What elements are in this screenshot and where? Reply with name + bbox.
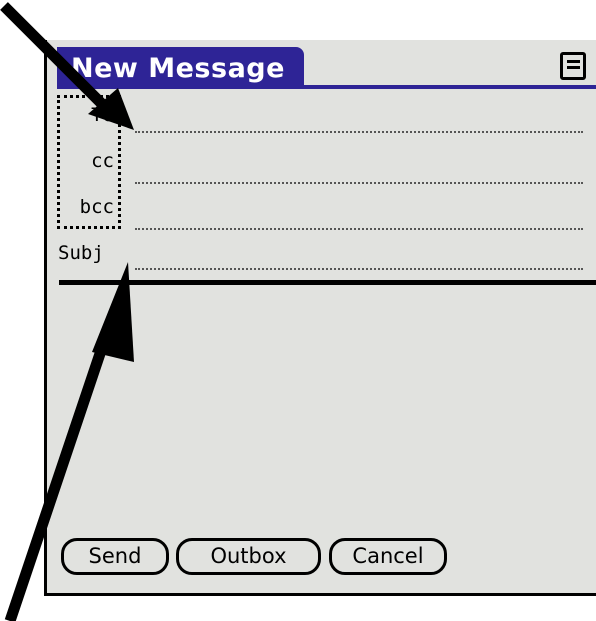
outbox-button[interactable]: Outbox bbox=[176, 538, 321, 575]
subj-label: Subj bbox=[58, 242, 104, 264]
title-underline bbox=[57, 85, 596, 89]
menu-icon-line bbox=[567, 66, 580, 69]
to-label-button[interactable]: To bbox=[60, 101, 118, 129]
bcc-label-button[interactable]: bcc bbox=[60, 193, 118, 221]
cc-field-line[interactable] bbox=[135, 182, 583, 184]
cancel-button[interactable]: Cancel bbox=[329, 538, 447, 575]
subj-field-line[interactable] bbox=[135, 268, 583, 270]
palm-screen: New Message To cc bcc Subj Send Outbox C… bbox=[44, 40, 596, 596]
to-field-line[interactable] bbox=[135, 131, 583, 133]
screenshot-stage: New Message To cc bcc Subj Send Outbox C… bbox=[0, 0, 596, 621]
body-divider bbox=[59, 280, 596, 285]
send-button[interactable]: Send bbox=[61, 538, 169, 575]
page-title: New Message bbox=[71, 53, 285, 84]
menu-icon[interactable] bbox=[560, 52, 586, 80]
title-bar: New Message bbox=[57, 47, 304, 88]
message-body-field[interactable] bbox=[59, 290, 589, 530]
cc-label-button[interactable]: cc bbox=[60, 147, 118, 175]
menu-icon-line bbox=[567, 60, 580, 63]
bcc-field-line[interactable] bbox=[135, 228, 583, 230]
